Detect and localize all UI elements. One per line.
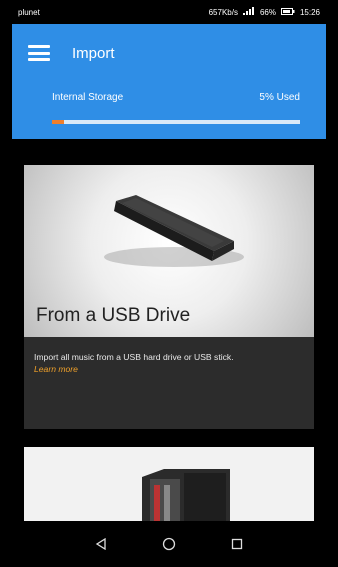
phone-screen: plunet 657Kb/s 66% 15:26 Import Internal… (12, 0, 326, 567)
card-description-block: Import all music from a USB hard drive o… (24, 337, 314, 375)
card-heading: From a USB Drive (36, 305, 191, 326)
signal-icon (242, 7, 255, 17)
storage-progress-fill (52, 120, 65, 124)
learn-more-link[interactable]: Learn more (34, 363, 78, 375)
page-title: Import (72, 44, 115, 62)
storage-usage: 5% Used (259, 92, 300, 103)
system-nav-bar (12, 521, 326, 567)
home-circle-icon[interactable] (161, 536, 177, 552)
clock: 15:26 (299, 7, 320, 17)
card-description: Import all music from a USB hard drive o… (34, 352, 234, 362)
usb-drive-image: From a USB Drive (24, 165, 314, 337)
hamburger-menu-icon[interactable] (28, 45, 50, 61)
usb-drive-card[interactable]: From a USB Drive Import all music from a… (24, 165, 314, 429)
battery-level: 66% (259, 7, 276, 17)
app-bar-top: Import (12, 24, 326, 82)
storage-label: Internal Storage (52, 92, 124, 103)
import-options-list: From a USB Drive Import all music from a… (12, 139, 326, 547)
carrier-label: plunet (18, 7, 40, 17)
back-triangle-icon[interactable] (93, 536, 109, 552)
storage-progress-bar (52, 120, 300, 124)
status-bar: plunet 657Kb/s 66% 15:26 (12, 0, 326, 24)
recents-square-icon[interactable] (229, 536, 245, 552)
app-bar: Import Internal Storage 5% Used (12, 24, 326, 139)
battery-icon (280, 7, 295, 17)
network-speed: 657Kb/s (208, 7, 238, 17)
storage-info: Internal Storage 5% Used (12, 92, 326, 103)
status-indicators: 657Kb/s 66% 15:26 (209, 7, 320, 17)
